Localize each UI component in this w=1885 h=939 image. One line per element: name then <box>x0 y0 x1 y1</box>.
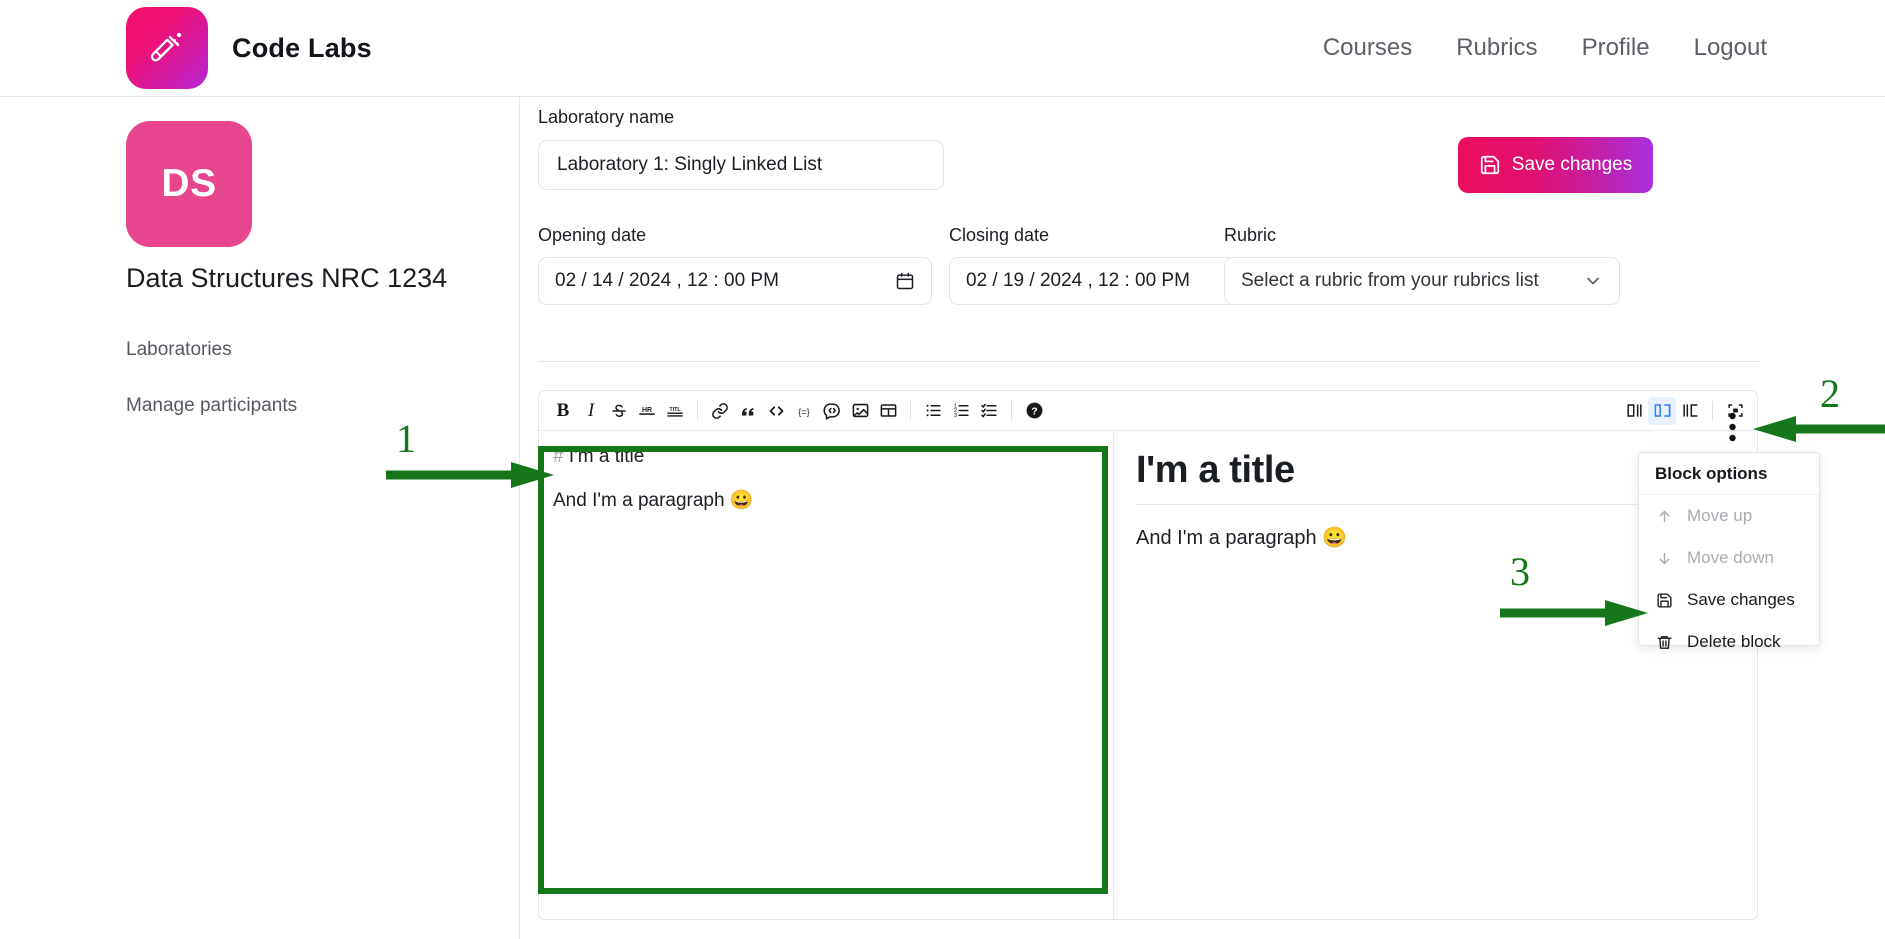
svg-text:TITL: TITL <box>669 407 681 413</box>
rubric-select-value: Select a rubric from your rubrics list <box>1241 270 1539 291</box>
toolbar-separator <box>697 401 698 420</box>
italic-icon[interactable]: I <box>577 397 605 425</box>
markdown-editor: B I HR TITL {=} 1 2 3 ? # I'm a title An… <box>538 390 1759 920</box>
block-option-delete-block[interactable]: Delete block <box>1639 621 1819 663</box>
annotation-marker-1: 1 <box>396 416 416 461</box>
sidebar-item-manage-participants[interactable]: Manage participants <box>126 395 297 417</box>
floppy-disk-icon <box>1479 154 1501 176</box>
horizontal-rule-icon[interactable]: HR <box>633 397 661 425</box>
svg-text:3: 3 <box>954 413 957 419</box>
title-icon[interactable]: TITL <box>661 397 689 425</box>
markdown-source-textarea[interactable]: # I'm a title And I'm a paragraph 😀 <box>539 431 1114 920</box>
nav-item-courses[interactable]: Courses <box>1323 34 1412 62</box>
code-inline-braces-icon[interactable]: {=} <box>790 397 818 425</box>
svg-text:HR: HR <box>642 406 652 413</box>
code-block-icon[interactable] <box>818 397 846 425</box>
svg-text:{=}: {=} <box>798 406 810 416</box>
source-line-heading-text: I'm a title <box>568 446 645 467</box>
block-option-move-up-label: Move up <box>1687 506 1753 525</box>
toolbar-separator <box>1712 401 1713 420</box>
main-nav: Courses Rubrics Profile Logout <box>1323 34 1767 62</box>
source-line-heading: # I'm a title <box>553 447 1099 467</box>
block-option-save-changes[interactable]: Save changes <box>1639 579 1819 621</box>
inline-code-icon[interactable] <box>762 397 790 425</box>
blockquote-icon[interactable] <box>734 397 762 425</box>
table-icon[interactable] <box>874 397 902 425</box>
editor-only-view-icon[interactable] <box>1620 397 1648 425</box>
closing-date-value: 02 / 19 / 2024 , 12 : 00 PM <box>966 270 1190 291</box>
toolbar-separator <box>910 401 911 420</box>
course-avatar: DS <box>126 121 252 247</box>
top-navigation-bar: Code Labs Courses Rubrics Profile Logout <box>0 0 1885 97</box>
opening-date-value: 02 / 14 / 2024 , 12 : 00 PM <box>555 270 779 291</box>
bullet-list-icon[interactable] <box>919 397 947 425</box>
source-line-paragraph: And I'm a paragraph 😀 <box>553 489 754 511</box>
strikethrough-icon[interactable] <box>605 397 633 425</box>
brand[interactable]: Code Labs <box>126 7 372 89</box>
editor-body: # I'm a title And I'm a paragraph 😀 I'm … <box>539 431 1759 920</box>
bold-icon[interactable]: B <box>549 397 577 425</box>
nav-item-logout[interactable]: Logout <box>1694 34 1767 62</box>
block-option-move-down-label: Move down <box>1687 548 1774 567</box>
vertical-dots-icon[interactable] <box>1718 410 1746 444</box>
opening-date-input[interactable]: 02 / 14 / 2024 , 12 : 00 PM <box>538 257 932 305</box>
toolbar-separator <box>1011 401 1012 420</box>
arrow-down-icon <box>1655 549 1674 568</box>
rubric-label: Rubric <box>1224 225 1277 245</box>
course-title: Data Structures NRC 1234 <box>126 263 448 293</box>
sidebar-item-laboratories[interactable]: Laboratories <box>126 339 232 361</box>
svg-text:?: ? <box>1031 406 1037 417</box>
save-changes-button[interactable]: Save changes <box>1458 137 1653 193</box>
block-option-move-up[interactable]: Move up <box>1639 495 1819 537</box>
block-option-save-changes-label: Save changes <box>1687 590 1795 609</box>
laboratory-name-input[interactable]: Laboratory 1: Singly Linked List <box>538 140 944 190</box>
floppy-disk-icon <box>1655 591 1674 610</box>
rubric-select[interactable]: Select a rubric from your rubrics list <box>1224 257 1620 305</box>
image-icon[interactable] <box>846 397 874 425</box>
block-option-move-down[interactable]: Move down <box>1639 537 1819 579</box>
trash-icon <box>1655 633 1674 652</box>
block-options-menu: Block options Move up Move down Save cha… <box>1638 452 1820 651</box>
annotation-marker-3: 3 <box>1510 549 1530 594</box>
section-divider <box>538 361 1759 362</box>
block-option-delete-block-label: Delete block <box>1687 632 1781 651</box>
brand-name: Code Labs <box>232 32 372 63</box>
test-tube-icon <box>126 7 208 89</box>
course-sidebar: DS Data Structures NRC 1234 Laboratories… <box>0 97 520 939</box>
nav-item-rubrics[interactable]: Rubrics <box>1456 34 1537 62</box>
laboratory-name-label: Laboratory name <box>538 107 675 127</box>
arrow-up-icon <box>1655 507 1674 526</box>
opening-date-label: Opening date <box>538 225 647 245</box>
split-view-icon[interactable] <box>1648 396 1676 425</box>
save-changes-button-label: Save changes <box>1511 154 1633 175</box>
chevron-down-icon <box>1583 271 1603 291</box>
link-icon[interactable] <box>706 397 734 425</box>
task-list-icon[interactable] <box>975 397 1003 425</box>
annotation-marker-2: 2 <box>1820 371 1840 416</box>
help-icon[interactable]: ? <box>1020 397 1048 425</box>
nav-item-profile[interactable]: Profile <box>1582 34 1650 62</box>
heading-hash-marker: # <box>553 446 564 467</box>
closing-date-label: Closing date <box>949 225 1050 245</box>
editor-toolbar: B I HR TITL {=} 1 2 3 ? <box>539 391 1759 431</box>
preview-only-view-icon[interactable] <box>1676 397 1704 425</box>
calendar-icon[interactable] <box>895 271 915 291</box>
block-options-title: Block options <box>1639 453 1819 495</box>
ordered-list-icon[interactable]: 1 2 3 <box>947 397 975 425</box>
